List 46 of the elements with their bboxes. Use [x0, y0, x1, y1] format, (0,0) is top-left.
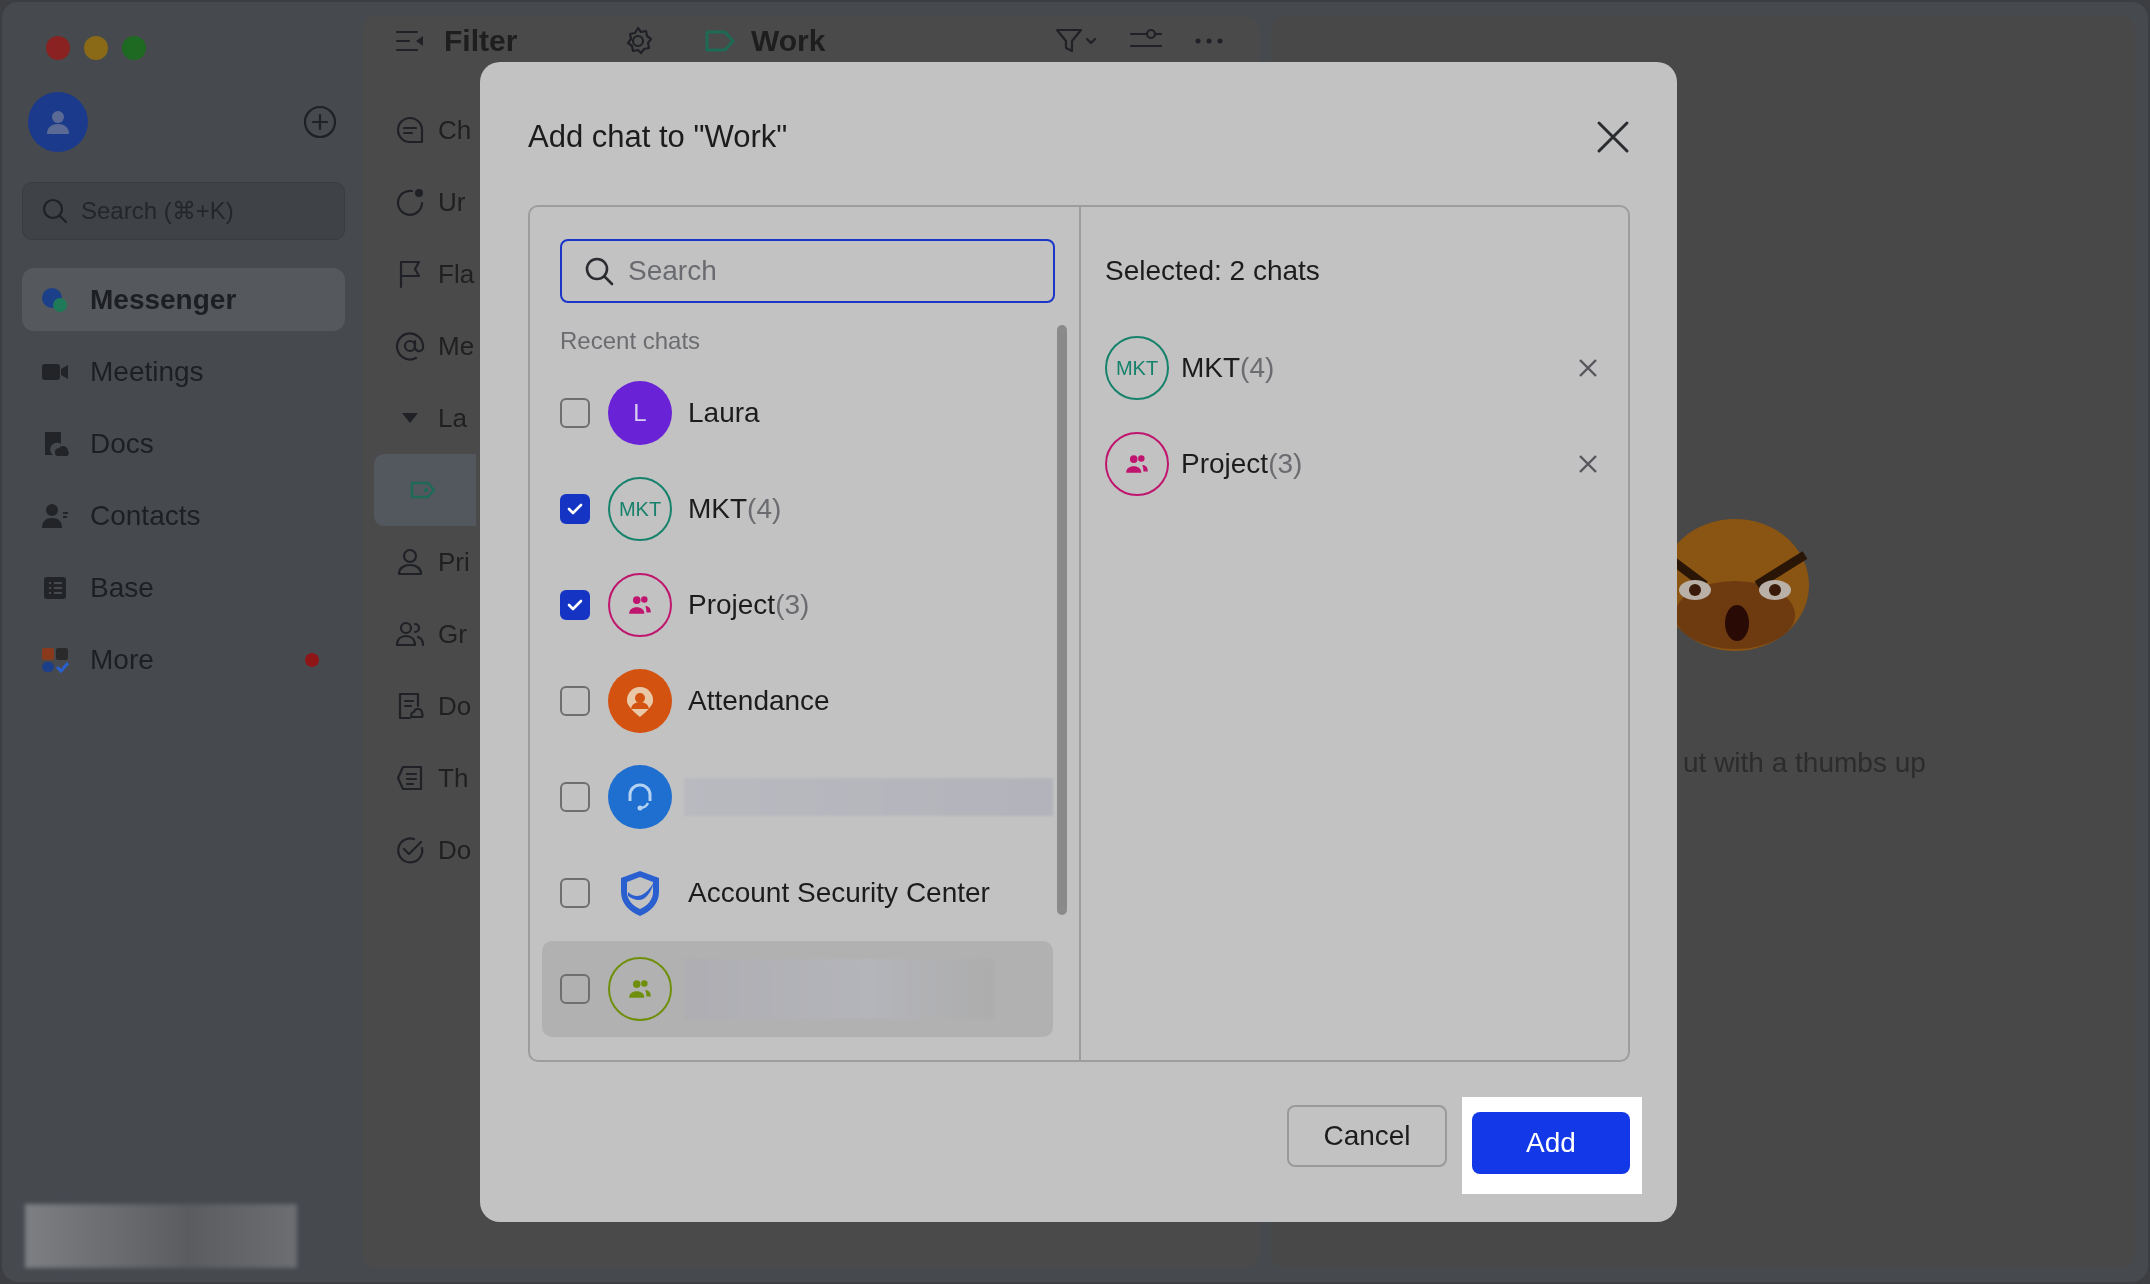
search-field[interactable]: Search — [560, 239, 1055, 303]
search-icon — [41, 197, 69, 225]
search-icon — [584, 256, 614, 286]
chat-name: Account Security Center — [688, 877, 990, 909]
chat-avatar: L — [608, 381, 672, 445]
checkbox[interactable] — [560, 590, 590, 620]
checkbox[interactable] — [560, 974, 590, 1004]
chat-avatar: MKT — [1105, 336, 1169, 400]
zoom-window-button[interactable] — [122, 36, 146, 60]
nav-item[interactable]: Messenger — [22, 268, 345, 331]
close-icon[interactable] — [1596, 120, 1630, 154]
dialog-title: Add chat to "Work" — [528, 119, 788, 155]
remove-icon[interactable] — [1578, 358, 1598, 378]
chat-bubble-icon — [394, 114, 426, 146]
selected-count: Selected: 2 chats — [1105, 255, 1321, 288]
checkbox[interactable] — [560, 878, 590, 908]
add-button[interactable]: Add — [1472, 1112, 1630, 1174]
chat-row[interactable]: L Laura — [542, 365, 1053, 461]
chat-dot-icon — [394, 186, 426, 218]
chat-avatar: MKT — [608, 477, 672, 541]
scrollbar[interactable] — [1057, 325, 1067, 915]
chat-name: Laura — [688, 397, 760, 429]
at-icon — [394, 330, 426, 362]
close-window-button[interactable] — [46, 36, 70, 60]
checkbox[interactable] — [560, 686, 590, 716]
section-label: Recent chats — [560, 327, 702, 356]
minimize-window-button[interactable] — [84, 36, 108, 60]
chat-name: Project(3) — [1181, 448, 1304, 480]
chat-row[interactable]: Project(3) — [542, 557, 1053, 653]
remove-icon[interactable] — [1578, 454, 1598, 474]
chat-name: MKT(4) — [688, 493, 782, 525]
chat-name: Project(3) — [688, 589, 810, 621]
cancel-button[interactable]: Cancel — [1287, 1104, 1447, 1167]
chat-row[interactable]: Account Security Center — [542, 845, 1053, 941]
check-circle-icon — [394, 834, 426, 866]
tag-icon — [705, 30, 735, 52]
chat-row[interactable]: MKT MKT(4) — [542, 461, 1053, 557]
checkbox[interactable] — [560, 782, 590, 812]
filter-item[interactable] — [374, 454, 476, 526]
checkbox[interactable] — [560, 494, 590, 524]
checkbox[interactable] — [560, 398, 590, 428]
user-avatar[interactable] — [28, 92, 88, 152]
add-icon[interactable] — [303, 105, 337, 139]
chat-row[interactable]: Attendance — [542, 653, 1053, 749]
chat-name: MKT(4) — [1181, 352, 1276, 384]
chat-name: Attendance — [688, 685, 830, 717]
